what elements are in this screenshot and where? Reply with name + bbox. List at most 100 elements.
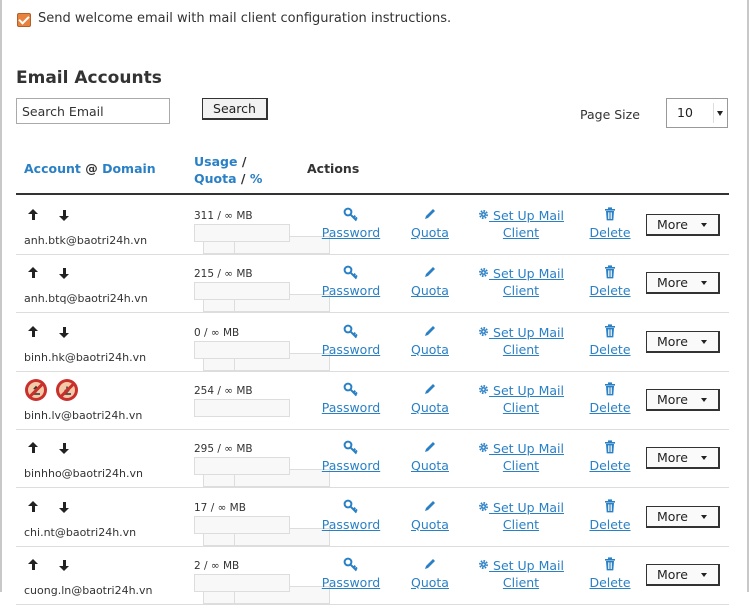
- delete-action[interactable]: Delete: [588, 323, 632, 358]
- sort-quota-link[interactable]: Quota: [194, 171, 237, 186]
- transfer-icons: [25, 558, 330, 604]
- setup-mail-client-action[interactable]: Set Up Mail Client: [474, 207, 568, 241]
- welcome-email-label: Send welcome email with mail client conf…: [38, 10, 452, 26]
- password-action[interactable]: Password: [320, 207, 382, 241]
- password-action[interactable]: Password: [320, 382, 382, 416]
- quota-label: Quota: [411, 341, 449, 357]
- trash-icon: [588, 265, 632, 282]
- welcome-email-checkbox[interactable]: [17, 13, 31, 27]
- trash-icon: [588, 323, 632, 341]
- page-size-select[interactable]: 10: [666, 98, 728, 128]
- quota-label: Quota: [411, 399, 449, 415]
- setup-client-label: Client: [502, 341, 540, 357]
- download-icon[interactable]: [56, 325, 330, 371]
- transfer-icons: [25, 500, 330, 546]
- quota-action[interactable]: Quota: [406, 499, 454, 533]
- usage-progress-bar: [194, 457, 290, 476]
- setup-mail-client-action[interactable]: Set Up Mail Client: [474, 265, 568, 299]
- password-action[interactable]: Password: [320, 265, 382, 299]
- sort-usage-link[interactable]: Usage: [194, 154, 237, 169]
- setup-mail-label: Set Up Mail: [493, 324, 564, 340]
- table-row: anh.btk@baotri24h.vn 311 / ∞ MB Password…: [16, 196, 729, 255]
- more-dropdown-button[interactable]: More: [646, 447, 720, 470]
- gear-icon: [478, 208, 493, 223]
- more-dropdown-button[interactable]: More: [646, 563, 720, 586]
- setup-mail-label: Set Up Mail: [493, 382, 564, 398]
- delete-label: Delete: [589, 399, 631, 415]
- more-dropdown-button[interactable]: More: [646, 330, 720, 353]
- password-action[interactable]: Password: [320, 440, 382, 474]
- setup-mail-client-action[interactable]: Set Up Mail Client: [474, 382, 568, 416]
- delete-action[interactable]: Delete: [588, 382, 632, 416]
- delete-action[interactable]: Delete: [588, 265, 632, 299]
- more-label: More: [657, 217, 688, 232]
- password-action[interactable]: Password: [320, 557, 382, 591]
- trash-icon: [588, 382, 632, 399]
- usage-progress-bar: [194, 282, 290, 301]
- usage-progress-bar: [194, 224, 290, 242]
- table-header-divider: [16, 193, 729, 195]
- suspended-outgoing-icon[interactable]: [56, 378, 78, 401]
- download-icon[interactable]: [56, 500, 330, 546]
- download-icon[interactable]: [56, 441, 330, 488]
- delete-action[interactable]: Delete: [588, 440, 632, 474]
- upload-icon[interactable]: [25, 500, 299, 546]
- upload-icon[interactable]: [25, 208, 299, 254]
- upload-icon[interactable]: [25, 558, 299, 604]
- upload-icon[interactable]: [25, 325, 299, 371]
- account-email: binh.hk@baotri24h.vn: [24, 350, 147, 364]
- setup-mail-client-action[interactable]: Set Up Mail Client: [474, 557, 568, 591]
- account-email: binhho@baotri24h.vn: [24, 467, 143, 481]
- select-divider: [713, 103, 714, 123]
- sort-domain-link[interactable]: Domain: [102, 161, 156, 176]
- setup-mail-client-action[interactable]: Set Up Mail Client: [474, 499, 568, 533]
- gear-icon: [478, 325, 493, 340]
- search-input[interactable]: [16, 98, 170, 124]
- pencil-icon: [406, 265, 454, 282]
- welcome-email-option[interactable]: Send welcome email with mail client conf…: [17, 9, 451, 27]
- download-icon[interactable]: [56, 208, 330, 254]
- more-dropdown-button[interactable]: More: [646, 505, 720, 528]
- setup-mail-client-action[interactable]: Set Up Mail Client: [474, 440, 568, 474]
- quota-action[interactable]: Quota: [406, 557, 454, 591]
- delete-label: Delete: [589, 341, 631, 357]
- suspended-incoming-icon[interactable]: [25, 378, 47, 401]
- upload-icon[interactable]: [25, 266, 299, 313]
- password-action[interactable]: Password: [320, 499, 382, 533]
- search-button[interactable]: Search: [202, 98, 268, 120]
- sort-percent-link[interactable]: %: [250, 171, 263, 186]
- delete-action[interactable]: Delete: [588, 207, 632, 241]
- setup-client-label: Client: [502, 516, 540, 532]
- upload-icon[interactable]: [25, 441, 299, 488]
- more-dropdown-button[interactable]: More: [646, 272, 720, 295]
- password-action[interactable]: Password: [320, 324, 382, 358]
- download-icon[interactable]: [56, 558, 330, 604]
- quota-action[interactable]: Quota: [406, 265, 454, 299]
- pencil-icon: [406, 440, 454, 457]
- account-usage: 17 / ∞ MB: [194, 501, 246, 514]
- page-size-label: Page Size: [580, 107, 640, 122]
- delete-label: Delete: [589, 225, 631, 240]
- setup-mail-client-action[interactable]: Set Up Mail Client: [474, 324, 568, 358]
- quota-action[interactable]: Quota: [406, 382, 454, 416]
- delete-action[interactable]: Delete: [588, 557, 632, 591]
- quota-action[interactable]: Quota: [406, 324, 454, 358]
- table-row: chi.nt@baotri24h.vn 17 / ∞ MB Password Q…: [16, 488, 729, 547]
- delete-action[interactable]: Delete: [588, 498, 632, 533]
- account-email: chi.nt@baotri24h.vn: [24, 525, 137, 539]
- more-dropdown-button[interactable]: More: [646, 214, 720, 236]
- key-icon: [320, 265, 382, 282]
- chevron-down-icon: [701, 456, 707, 461]
- account-email: binh.lv@baotri24h.vn: [24, 408, 143, 422]
- quota-action[interactable]: Quota: [406, 440, 454, 474]
- gear-icon: [478, 266, 493, 281]
- transfer-icons: [25, 208, 330, 254]
- sort-account-link[interactable]: Account: [24, 161, 81, 176]
- more-label: More: [657, 391, 688, 407]
- trash-icon: [588, 440, 632, 457]
- quota-action[interactable]: Quota: [406, 207, 454, 241]
- password-label: Password: [321, 458, 381, 474]
- download-icon[interactable]: [56, 266, 330, 313]
- transfer-icons: [25, 266, 330, 313]
- more-dropdown-button[interactable]: More: [646, 388, 720, 411]
